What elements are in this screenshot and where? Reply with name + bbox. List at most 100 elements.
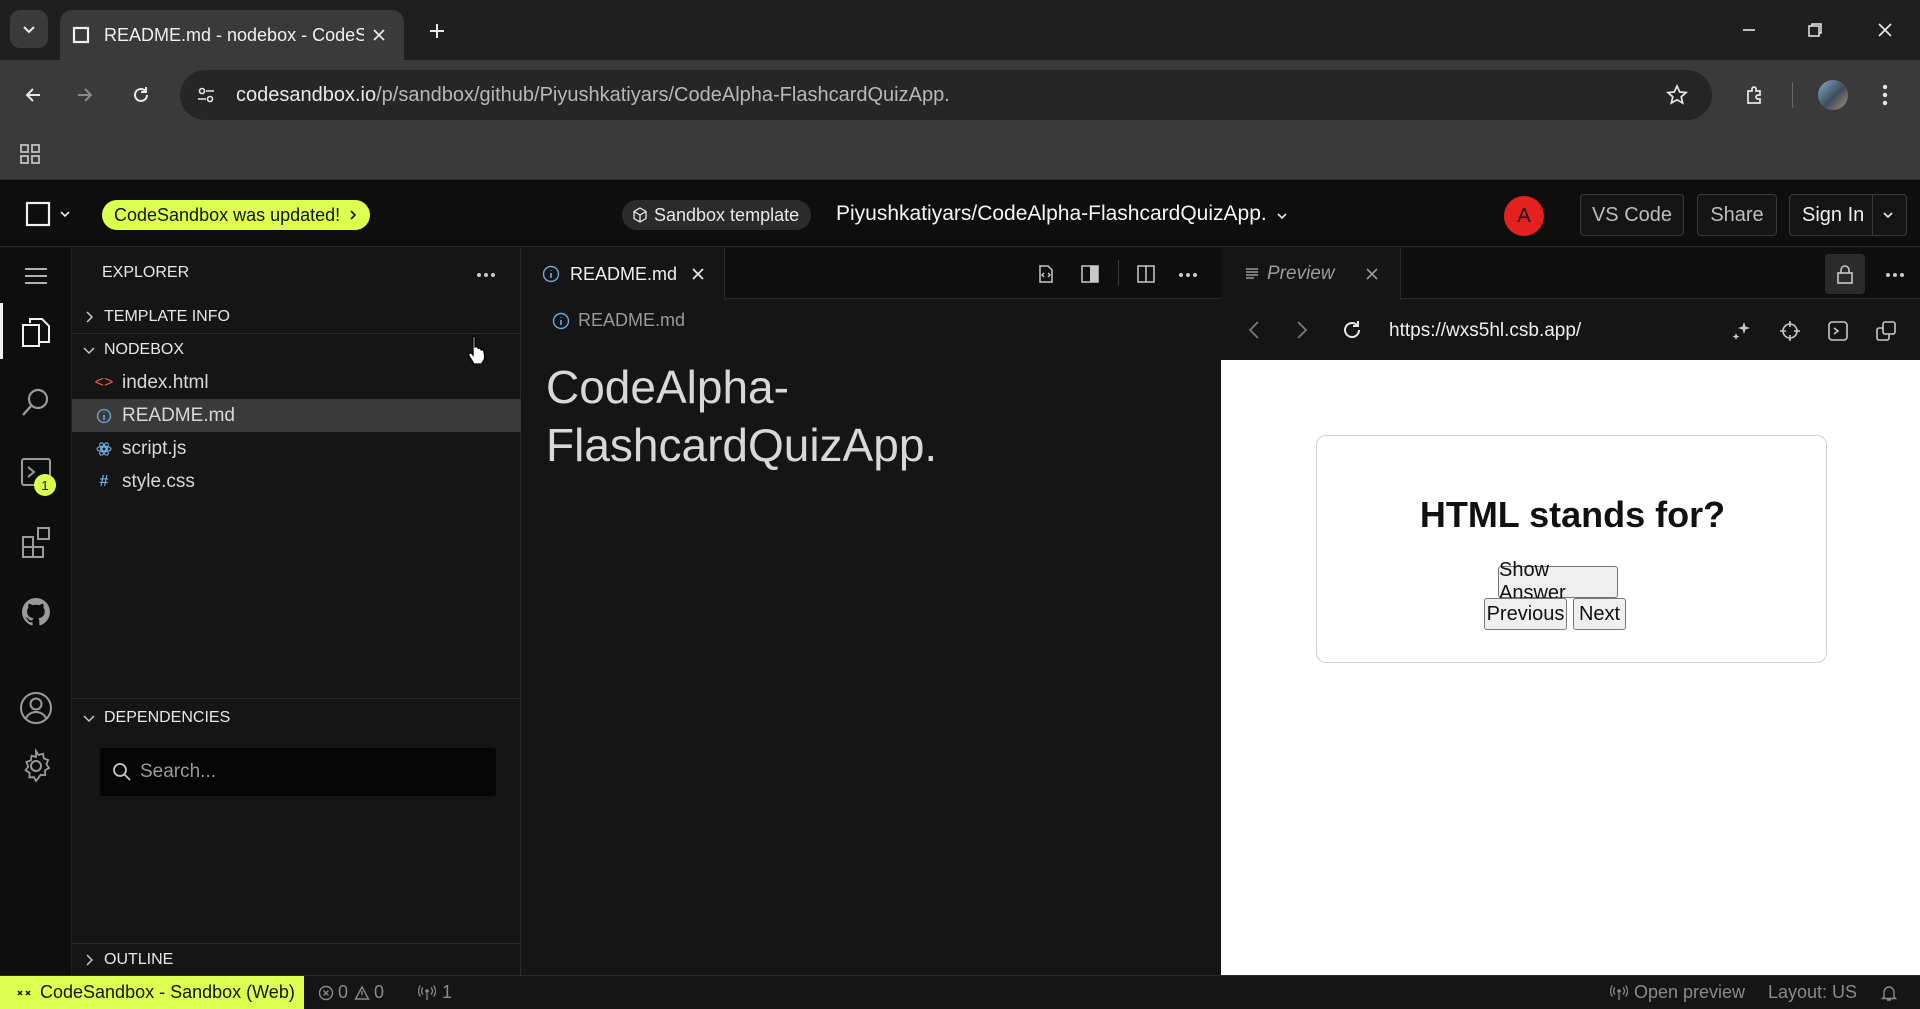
sandbox-template-badge[interactable]: Sandbox template	[622, 200, 812, 230]
address-bar[interactable]: codesandbox.io/p/sandbox/github/Piyushka…	[180, 70, 1712, 120]
restore-window-button[interactable]	[1792, 12, 1838, 48]
file-item-readme-md[interactable]: README.md	[72, 399, 521, 432]
problems-indicator[interactable]: 0 0	[318, 976, 384, 1009]
github-icon	[21, 598, 50, 626]
file-item-style-css[interactable]: # style.css	[72, 465, 521, 498]
project-menu-chevron-icon[interactable]	[1276, 210, 1288, 222]
extensions-button[interactable]	[1736, 76, 1774, 114]
chevron-down-icon[interactable]	[1882, 209, 1894, 221]
project-name[interactable]: Piyushkatiyars/CodeAlpha-FlashcardQuizAp…	[836, 202, 1267, 226]
preview-tab-label: Preview	[1267, 263, 1335, 284]
preview-frame: HTML stands for? Show Answer Previous Ne…	[1221, 360, 1920, 975]
github-activity-button[interactable]	[10, 586, 62, 638]
url-host: codesandbox.io	[236, 83, 377, 106]
crosshair-icon[interactable]	[1779, 320, 1801, 342]
section-divider	[72, 943, 521, 944]
close-tab-icon[interactable]	[372, 28, 386, 42]
profile-avatar[interactable]	[1818, 80, 1848, 110]
browser-tab-active[interactable]: README.md - nodebox - CodeSandbox	[60, 10, 404, 60]
terminal-activity-button[interactable]: 1	[10, 446, 62, 498]
lock-preview-button[interactable]	[1825, 254, 1865, 294]
preview-pane: Preview https://wxs5hl.csb.app/ HTML sta…	[1221, 248, 1920, 975]
readme-heading-line-2: FlashcardQuizApp.	[546, 419, 938, 471]
preview-reload-icon[interactable]	[1341, 319, 1363, 341]
sign-in-divider	[1872, 195, 1873, 235]
broadcast-icon	[1610, 984, 1628, 1000]
browser-menu-button[interactable]	[1868, 76, 1902, 114]
preview-url[interactable]: https://wxs5hl.csb.app/	[1389, 320, 1581, 342]
update-notice-label: CodeSandbox was updated!	[114, 204, 341, 225]
codesandbox-favicon-icon	[72, 26, 90, 44]
open-source-icon[interactable]	[1036, 264, 1056, 284]
console-icon[interactable]	[1827, 320, 1849, 342]
nodebox-section[interactable]: NODEBOX	[72, 335, 521, 365]
back-button[interactable]	[14, 76, 52, 114]
arrow-left-icon	[25, 88, 40, 102]
open-preview-status[interactable]: Open preview	[1610, 976, 1745, 1009]
site-settings-icon[interactable]	[196, 85, 216, 105]
terminal-badge: 1	[34, 474, 56, 496]
ports-indicator[interactable]: 1	[418, 976, 452, 1009]
previous-button[interactable]: Previous	[1484, 598, 1567, 630]
account-activity-button[interactable]	[10, 682, 62, 734]
reload-button[interactable]	[122, 76, 160, 114]
more-horizontal-icon[interactable]	[1885, 272, 1905, 278]
share-button[interactable]: Share	[1697, 194, 1777, 236]
editor-tab-readme[interactable]: README.md	[522, 248, 725, 300]
apps-button[interactable]	[14, 138, 46, 170]
dependency-search-input[interactable]: Search...	[100, 748, 496, 796]
chevron-right-icon	[86, 311, 94, 323]
remote-environment-indicator[interactable]: CodeSandbox - Sandbox (Web)	[0, 976, 304, 1009]
more-horizontal-icon[interactable]	[1178, 272, 1198, 278]
explorer-activity-button[interactable]	[10, 306, 62, 358]
open-new-window-icon[interactable]	[1875, 320, 1897, 342]
hamburger-icon	[25, 268, 47, 284]
chevron-right-icon	[86, 954, 94, 966]
main-menu-button[interactable]	[20, 198, 76, 230]
breadcrumb[interactable]: README.md	[552, 310, 685, 331]
new-tab-button[interactable]	[418, 12, 456, 50]
keyboard-layout-status[interactable]: Layout: US	[1768, 976, 1857, 1009]
close-icon[interactable]	[691, 267, 705, 281]
reload-icon	[134, 87, 148, 102]
flashcard: HTML stands for? Show Answer Previous Ne…	[1316, 435, 1827, 663]
explorer-sidebar: EXPLORER TEMPLATE INFO NODEBOX <> index.…	[72, 248, 521, 975]
user-avatar[interactable]: A	[1504, 196, 1544, 236]
file-name: README.md	[122, 404, 235, 426]
outline-section[interactable]: OUTLINE	[72, 945, 521, 975]
template-info-section[interactable]: TEMPLATE INFO	[72, 302, 521, 332]
sign-in-button[interactable]: Sign In	[1789, 194, 1907, 236]
bookmark-star-icon[interactable]	[1666, 84, 1688, 106]
forward-button[interactable]	[66, 76, 104, 114]
show-answer-button[interactable]: Show Answer	[1498, 559, 1618, 604]
arrow-right-icon	[78, 88, 93, 102]
split-editor-icon[interactable]	[1136, 264, 1156, 284]
preview-back-icon[interactable]	[1247, 320, 1261, 340]
minimize-window-button[interactable]	[1726, 12, 1772, 48]
puzzle-icon	[1747, 86, 1761, 104]
open-vscode-button[interactable]: VS Code	[1580, 194, 1684, 236]
file-item-index-html[interactable]: <> index.html	[72, 366, 521, 399]
preview-tab[interactable]: Preview	[1221, 248, 1401, 300]
readme-heading-line-1: CodeAlpha-	[546, 361, 789, 413]
hamburger-menu-button[interactable]	[14, 256, 58, 296]
template-info-label: TEMPLATE INFO	[104, 308, 230, 325]
sparkle-icon[interactable]	[1731, 320, 1753, 342]
close-window-button[interactable]	[1862, 12, 1908, 48]
dependencies-section[interactable]: DEPENDENCIES	[72, 703, 521, 733]
close-icon[interactable]	[1365, 267, 1379, 281]
notifications-button[interactable]	[1880, 976, 1898, 1009]
search-activity-button[interactable]	[10, 376, 62, 428]
extensions-activity-button[interactable]	[10, 516, 62, 568]
file-item-script-js[interactable]: script.js	[72, 432, 521, 465]
preview-side-icon[interactable]	[1080, 264, 1100, 284]
more-horizontal-icon[interactable]	[476, 272, 496, 278]
ports-count: 1	[442, 982, 453, 1002]
dependencies-label: DEPENDENCIES	[104, 709, 231, 726]
tab-search-button[interactable]	[10, 10, 48, 48]
next-button[interactable]: Next	[1573, 598, 1626, 630]
update-notice-pill[interactable]: CodeSandbox was updated!	[102, 200, 371, 230]
preview-forward-icon[interactable]	[1295, 320, 1309, 340]
preview-tab-bar: Preview	[1221, 248, 1920, 300]
settings-activity-button[interactable]	[10, 740, 62, 792]
